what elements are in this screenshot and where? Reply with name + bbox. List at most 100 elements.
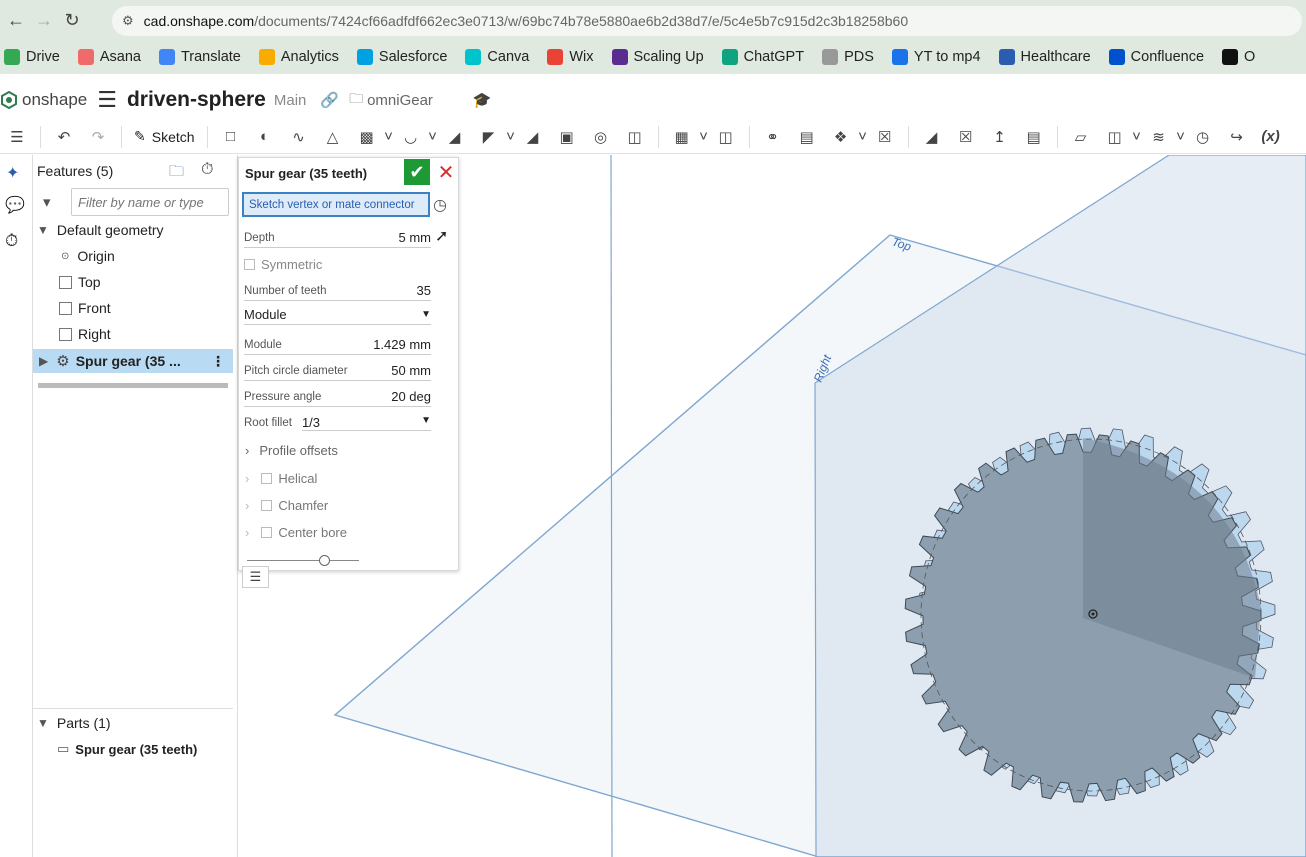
- filter-input[interactable]: [71, 188, 229, 216]
- bookmark-item[interactable]: Asana: [77, 49, 141, 65]
- bookmark-item[interactable]: Translate: [158, 49, 241, 65]
- tree-item-front[interactable]: Front: [59, 300, 111, 316]
- pcd-value[interactable]: 50 mm: [391, 363, 431, 378]
- add-folder-icon[interactable]: 🗀: [169, 161, 184, 186]
- chevron-down-icon[interactable]: ▼: [37, 223, 49, 237]
- center-bore-checkbox[interactable]: [261, 527, 273, 538]
- onshape-logo-icon[interactable]: [0, 91, 18, 109]
- variable-icon[interactable]: (x): [1260, 126, 1282, 148]
- shell-icon[interactable]: ▣: [556, 126, 578, 148]
- pressure-value[interactable]: 20 deg: [391, 389, 431, 404]
- forward-icon[interactable]: →: [30, 6, 58, 34]
- bookmark-item[interactable]: Drive: [4, 49, 60, 65]
- flip-direction-icon[interactable]: ➚: [435, 226, 448, 246]
- helical-checkbox[interactable]: [261, 473, 273, 484]
- bookmark-item[interactable]: Canva: [465, 49, 529, 65]
- chevron-down-icon[interactable]: ˅: [1132, 126, 1142, 148]
- dialog-slider-track[interactable]: [247, 560, 359, 561]
- link-icon[interactable]: 🔗: [320, 91, 339, 109]
- center-bore-section[interactable]: › Center bore: [245, 525, 347, 540]
- profile-offsets-section[interactable]: › Profile offsets: [245, 443, 338, 458]
- bookmark-item[interactable]: O: [1222, 49, 1255, 65]
- tree-item-right[interactable]: Right: [59, 326, 111, 342]
- teeth-row[interactable]: Number of teeth 35: [244, 281, 431, 301]
- chevron-down-icon[interactable]: ˅: [506, 126, 516, 148]
- rib-icon[interactable]: ◢: [522, 126, 544, 148]
- document-title[interactable]: driven-sphere: [127, 88, 266, 112]
- cylinder-icon[interactable]: ◫: [624, 126, 646, 148]
- back-icon[interactable]: ←: [2, 6, 30, 34]
- chevron-right-icon[interactable]: ›: [245, 525, 249, 540]
- helical-section[interactable]: › Helical: [245, 471, 317, 486]
- undo-icon[interactable]: ↶: [53, 126, 75, 148]
- rollback-bar[interactable]: [38, 383, 228, 388]
- part-item[interactable]: ▭ Spur gear (35 teeth): [57, 741, 197, 757]
- module-row[interactable]: Module 1.429 mm: [244, 335, 431, 355]
- helix-icon[interactable]: ≋: [1148, 126, 1170, 148]
- delete-face-icon[interactable]: ☒: [955, 126, 977, 148]
- site-info-icon[interactable]: ⚙: [122, 13, 134, 29]
- add-feature-icon[interactable]: ✦: [6, 163, 19, 183]
- mate-connector-icon[interactable]: ◫: [1104, 126, 1126, 148]
- tree-item-spur-gear[interactable]: ▶ ⚙ Spur gear (35 ... ⋮: [33, 349, 233, 373]
- modify-fillet-icon[interactable]: ◢: [921, 126, 943, 148]
- tree-item-top[interactable]: Top: [59, 274, 101, 290]
- default-geometry-node[interactable]: ▼ Default geometry: [37, 222, 164, 238]
- bookmark-item[interactable]: ChatGPT: [721, 49, 804, 65]
- bookmark-item[interactable]: YT to mp4: [891, 49, 981, 65]
- sweep-icon[interactable]: ∿: [288, 126, 310, 148]
- fillet-icon[interactable]: ◡: [400, 126, 422, 148]
- chevron-down-icon[interactable]: ˅: [699, 126, 709, 148]
- revolve-icon[interactable]: ◐: [254, 126, 276, 148]
- cancel-button[interactable]: ✕: [435, 160, 457, 184]
- plane-icon[interactable]: ▱: [1070, 126, 1092, 148]
- parts-node[interactable]: ▼ Parts (1): [37, 715, 111, 731]
- hole-icon[interactable]: ◎: [590, 126, 612, 148]
- measure-icon[interactable]: ◷: [1192, 126, 1214, 148]
- symmetric-check-icon[interactable]: [244, 259, 255, 270]
- replace-face-icon[interactable]: ▤: [1023, 126, 1045, 148]
- chevron-right-icon[interactable]: ▶: [39, 354, 48, 368]
- bookmark-item[interactable]: Confluence: [1108, 49, 1204, 65]
- bookmark-item[interactable]: Wix: [547, 49, 594, 65]
- bookmark-item[interactable]: Healthcare: [998, 49, 1091, 65]
- chevron-down-icon[interactable]: ˅: [428, 126, 438, 148]
- folder-name[interactable]: omniGear: [367, 92, 433, 109]
- address-bar[interactable]: ⚙ cad.onshape.com/documents/7424cf66adfd…: [112, 6, 1302, 36]
- reload-icon[interactable]: ↻: [58, 6, 86, 34]
- chevron-down-icon[interactable]: ˅: [1176, 126, 1186, 148]
- root-fillet-select[interactable]: 1/3 ▼: [301, 415, 431, 431]
- chevron-right-icon[interactable]: ›: [245, 498, 249, 513]
- move-face-icon[interactable]: ↥: [989, 126, 1011, 148]
- transform-icon[interactable]: ❖: [830, 126, 852, 148]
- learning-center-icon[interactable]: 🎓: [473, 91, 492, 109]
- bookmark-item[interactable]: PDS: [822, 49, 874, 65]
- mode-select[interactable]: Module ▼: [244, 305, 431, 325]
- feature-list-icon[interactable]: ☰: [6, 126, 28, 148]
- onshape-logo-text[interactable]: onshape: [22, 90, 87, 110]
- comments-icon[interactable]: 💬: [5, 195, 25, 215]
- chevron-right-icon[interactable]: ›: [245, 443, 249, 458]
- extrude-icon[interactable]: □: [220, 126, 242, 148]
- redo-icon[interactable]: ↷: [87, 126, 109, 148]
- pattern-icon[interactable]: ▦: [671, 126, 693, 148]
- loft-icon[interactable]: △: [322, 126, 344, 148]
- tree-item-origin[interactable]: ⊙ Origin: [61, 248, 115, 264]
- pressure-row[interactable]: Pressure angle 20 deg: [244, 387, 431, 407]
- mirror-icon[interactable]: ◫: [715, 126, 737, 148]
- depth-value[interactable]: 5 mm: [399, 230, 432, 245]
- reference-clock-icon[interactable]: ◷: [433, 195, 447, 215]
- dialog-slider-handle[interactable]: [319, 555, 330, 566]
- custom-feature-icon[interactable]: ↪: [1226, 126, 1248, 148]
- vertex-selector[interactable]: Sketch vertex or mate connector: [242, 192, 430, 217]
- chevron-down-icon[interactable]: ˅: [858, 126, 868, 148]
- sketch-button[interactable]: ✎ Sketch: [134, 128, 195, 145]
- accept-button[interactable]: ✔: [404, 159, 430, 185]
- delete-part-icon[interactable]: ☒: [874, 126, 896, 148]
- chevron-down-icon[interactable]: ˅: [384, 126, 394, 148]
- bookmark-item[interactable]: Salesforce: [356, 49, 447, 65]
- chevron-right-icon[interactable]: ›: [245, 471, 249, 486]
- thicken-icon[interactable]: ▩: [356, 126, 378, 148]
- depth-row[interactable]: Depth 5 mm: [244, 228, 431, 248]
- draft-icon[interactable]: ◤: [478, 126, 500, 148]
